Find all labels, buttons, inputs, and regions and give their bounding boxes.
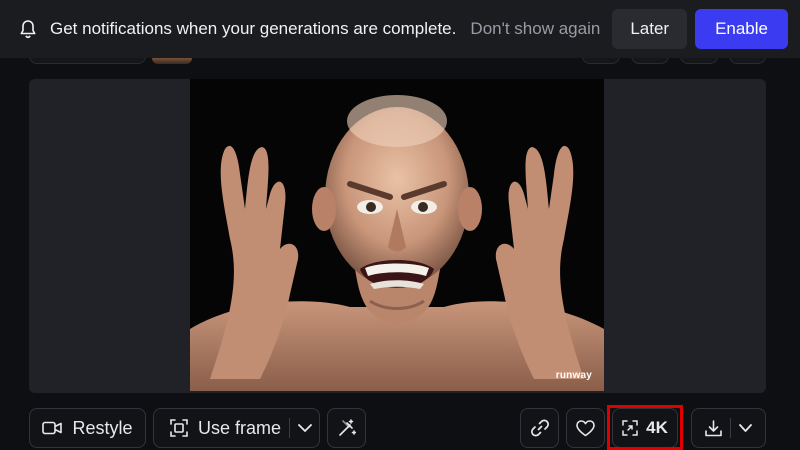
- later-button[interactable]: Later: [612, 9, 688, 49]
- dont-show-again-link[interactable]: Don't show again: [470, 19, 600, 39]
- generation-preview[interactable]: runway: [29, 79, 766, 393]
- bell-icon: [18, 18, 38, 40]
- highlight-box: [607, 405, 683, 450]
- use-frame-button[interactable]: Use frame: [153, 408, 320, 448]
- chevron-down-icon[interactable]: [298, 424, 312, 432]
- frame-capture-icon: [170, 419, 188, 437]
- video-camera-icon: [42, 421, 63, 435]
- notification-banner: Get notifications when your generations …: [0, 0, 800, 58]
- banner-message: Get notifications when your generations …: [50, 19, 457, 38]
- generated-image: runway: [190, 79, 604, 391]
- download-icon: [705, 419, 722, 437]
- restyle-button[interactable]: Restyle: [29, 408, 146, 448]
- copy-link-button[interactable]: [520, 408, 559, 448]
- favorite-button[interactable]: [566, 408, 605, 448]
- link-icon: [530, 419, 549, 437]
- use-frame-label: Use frame: [198, 417, 282, 438]
- download-button[interactable]: [691, 408, 766, 448]
- app-root: Get notifications when your generations …: [0, 0, 800, 450]
- divider: [730, 418, 731, 438]
- restyle-label: Restyle: [72, 417, 133, 438]
- runway-watermark: runway: [555, 370, 592, 381]
- magic-wand-icon: [338, 419, 356, 437]
- heart-icon: [576, 419, 595, 437]
- divider: [289, 418, 291, 438]
- chevron-down-icon[interactable]: [739, 424, 752, 432]
- enable-button[interactable]: Enable: [695, 9, 788, 49]
- magic-tools-button[interactable]: [327, 408, 366, 448]
